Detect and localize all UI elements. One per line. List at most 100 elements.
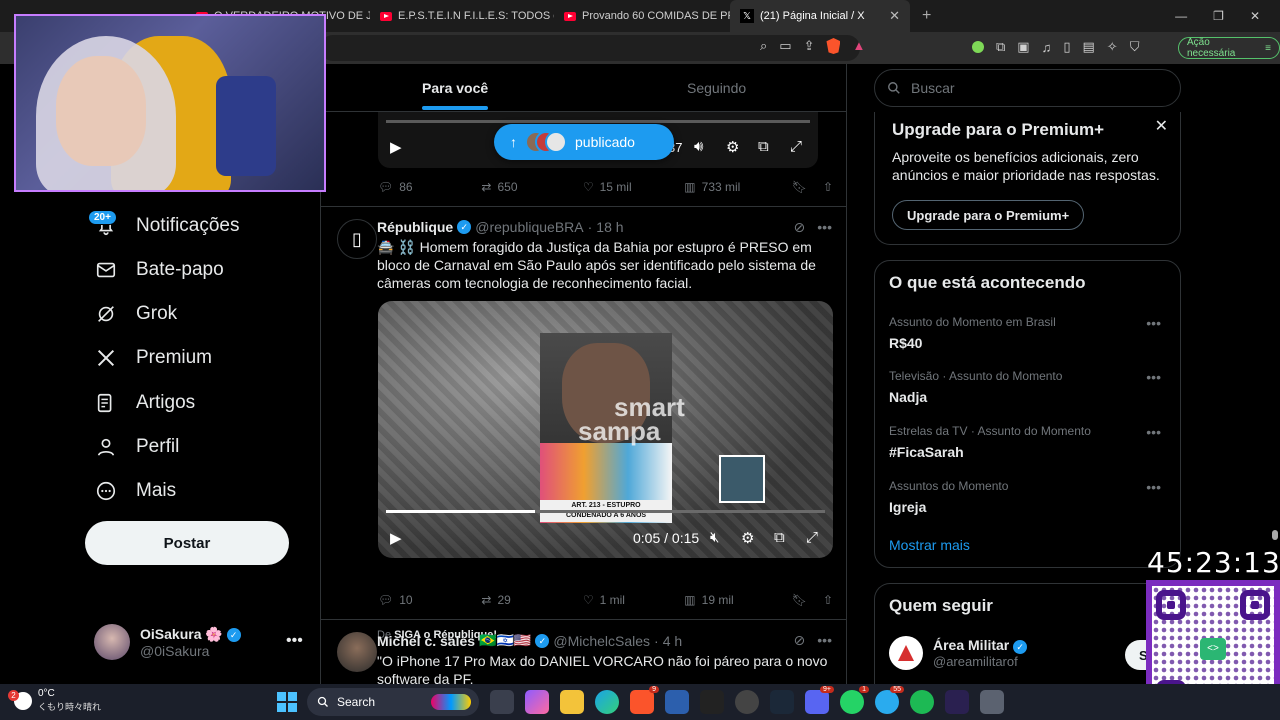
leo-ai-icon[interactable]: ✧ xyxy=(1107,39,1118,55)
video-player[interactable]: smart sampa ART. 213 - ESTUPRO CONDENADO… xyxy=(378,301,833,558)
more-icon[interactable]: ••• xyxy=(1146,424,1161,440)
video-progress[interactable] xyxy=(386,120,810,123)
capcut-icon[interactable] xyxy=(700,690,724,714)
sidebar-item-more[interactable]: Mais xyxy=(94,479,176,503)
post[interactable]: ▯ République ✓ @republiqueBRA · 18 h ⊘ •… xyxy=(321,207,846,641)
like-button[interactable]: ♡ 1 mil xyxy=(583,593,684,607)
edge-icon[interactable] xyxy=(595,690,619,714)
settings-icon[interactable] xyxy=(980,690,1004,714)
close-window-icon[interactable]: ✕ xyxy=(1250,9,1260,23)
store-icon[interactable] xyxy=(665,690,689,714)
discord-icon[interactable]: 9+ xyxy=(805,686,834,714)
more-icon[interactable]: ••• xyxy=(817,632,832,649)
start-button[interactable] xyxy=(277,692,297,712)
play-icon[interactable]: ▶ xyxy=(390,529,402,547)
telegram-icon[interactable]: 55 xyxy=(875,686,904,714)
cast-icon[interactable]: ▭ xyxy=(779,38,791,54)
author-handle[interactable]: @republiqueBRA xyxy=(475,219,583,235)
pip-icon[interactable]: ⧉ xyxy=(758,138,769,155)
tab-for-you[interactable]: Para você xyxy=(422,80,489,110)
author-name[interactable]: Michel c. sales xyxy=(377,633,475,649)
show-more-link[interactable]: Mostrar mais xyxy=(889,537,970,553)
more-icon[interactable]: ••• xyxy=(1146,315,1161,331)
upgrade-premium-button[interactable]: Upgrade para o Premium+ xyxy=(892,200,1085,230)
new-posts-pill[interactable]: ↑ publicado xyxy=(494,124,674,160)
like-button[interactable]: ♡ 15 mil xyxy=(583,180,684,194)
play-icon[interactable]: ▶ xyxy=(390,138,402,156)
steam-icon[interactable] xyxy=(770,690,794,714)
minimize-icon[interactable]: — xyxy=(1175,9,1187,23)
browser-tab[interactable]: Provando 60 COMIDAS DE PRAIA xyxy=(554,0,730,32)
post[interactable]: Michel c. sales 🇧🇷🇮🇱🇺🇸 ✓ @MichelcSales ·… xyxy=(321,620,846,687)
search-input[interactable]: Buscar xyxy=(874,69,1181,107)
brave-shield-icon[interactable] xyxy=(826,38,841,54)
post-time[interactable]: 18 h xyxy=(596,219,623,235)
vpn-icon[interactable]: ⛉ xyxy=(1130,39,1140,55)
author-handle[interactable]: @MichelcSales xyxy=(553,633,650,649)
views-button[interactable]: ▥ 19 mil xyxy=(684,593,791,607)
author-name[interactable]: République xyxy=(377,219,453,235)
trend-item[interactable]: Assunto do Momento em Brasil R$40 ••• xyxy=(889,315,1169,351)
copilot-icon[interactable] xyxy=(525,690,549,714)
post-time[interactable]: 4 h xyxy=(663,633,682,649)
views-button[interactable]: ▥ 733 mil xyxy=(684,180,791,194)
avatar[interactable]: ▯ xyxy=(337,219,377,259)
sidebar-icon[interactable]: ▯ xyxy=(1063,39,1070,55)
brave-icon[interactable]: 9 xyxy=(630,686,659,714)
grok-icon[interactable]: ⊘ xyxy=(794,219,806,236)
share-icon[interactable]: ⇪ xyxy=(804,38,815,54)
browser-tab[interactable]: E.P.S.T.E.I.N F.I.L.E.S: TODOS os SEG xyxy=(370,0,554,32)
maximize-icon[interactable]: ❐ xyxy=(1213,9,1224,23)
repost-button[interactable]: ⇄ 650 xyxy=(481,180,582,194)
repost-button[interactable]: ⇄ 29 xyxy=(481,593,582,607)
obsidian-icon[interactable] xyxy=(945,690,969,714)
account-switcher[interactable]: OiSakura 🌸 ✓ @0iSakura xyxy=(94,624,241,660)
whatsapp-icon[interactable]: 1 xyxy=(840,686,869,714)
reply-button[interactable]: 💬︎ 10 xyxy=(378,593,481,607)
sidebar-item-premium[interactable]: Premium xyxy=(94,346,212,370)
extensions-icon[interactable]: ⧉ xyxy=(996,39,1005,55)
sidebar-item-grok[interactable]: Grok xyxy=(94,302,177,326)
wallet-icon[interactable]: ▤ xyxy=(1083,39,1095,55)
bookmark-icon[interactable]: 🔖︎ xyxy=(792,180,807,194)
share-icon[interactable]: ⇧ xyxy=(823,593,833,607)
avatar[interactable] xyxy=(337,632,377,672)
scrollbar-thumb[interactable] xyxy=(1272,530,1278,540)
weather-widget[interactable]: 2 0°C くもり時々晴れ xyxy=(8,688,101,713)
trend-item[interactable]: Assuntos do Momento Igreja ••• xyxy=(889,479,1169,515)
file-explorer-icon[interactable] xyxy=(560,690,584,714)
zoom-icon[interactable]: ⌕ xyxy=(760,38,767,54)
fullscreen-icon[interactable]: ⤢ xyxy=(790,138,802,155)
video-progress[interactable] xyxy=(386,510,825,513)
extension-status-icon[interactable] xyxy=(972,41,984,53)
github-icon[interactable] xyxy=(735,690,759,714)
task-view-icon[interactable] xyxy=(490,690,514,714)
sidebar-item-profile[interactable]: Perfil xyxy=(94,435,179,459)
grok-icon[interactable]: ⊘ xyxy=(794,632,806,649)
account-more-icon[interactable]: ••• xyxy=(286,632,303,650)
screenshot-icon[interactable]: ▣ xyxy=(1017,39,1029,55)
close-tab-icon[interactable]: ✕ xyxy=(889,8,900,24)
more-icon[interactable]: ••• xyxy=(817,219,832,236)
pip-icon[interactable]: ⧉ xyxy=(774,529,785,546)
more-icon[interactable]: ••• xyxy=(1146,479,1161,495)
trend-item[interactable]: Televisão · Assunto do Momento Nadja ••• xyxy=(889,369,1169,405)
bookmark-icon[interactable]: 🔖︎ xyxy=(792,593,807,607)
new-tab-button[interactable]: + xyxy=(910,7,943,25)
close-icon[interactable]: ✕ xyxy=(1155,116,1168,136)
volume-icon[interactable]: 🔊︎ xyxy=(694,138,703,155)
tab-following[interactable]: Seguindo xyxy=(687,80,746,96)
share-icon[interactable]: ⇧ xyxy=(823,180,833,194)
trend-item[interactable]: Estrelas da TV · Assunto do Momento #Fic… xyxy=(889,424,1169,460)
mute-icon[interactable]: 🔇︎ xyxy=(710,529,719,546)
brave-rewards-icon[interactable]: ▲ xyxy=(852,38,865,54)
taskbar-search[interactable]: Search xyxy=(307,688,479,716)
reply-button[interactable]: 💬︎ 86 xyxy=(378,180,481,194)
action-required-button[interactable]: Ação necessária ≡ xyxy=(1178,37,1280,59)
browser-tab-active[interactable]: 𝕏 (21) Página Inicial / X ✕ xyxy=(730,0,910,32)
fullscreen-icon[interactable]: ⤢ xyxy=(806,529,818,546)
follow-suggestion[interactable]: Área Militar ✓ @areamilitarof xyxy=(889,636,1028,670)
more-icon[interactable]: ••• xyxy=(1146,369,1161,385)
settings-icon[interactable]: ⚙ xyxy=(726,138,739,156)
sidebar-item-chat[interactable]: Bate-papo xyxy=(94,258,224,282)
